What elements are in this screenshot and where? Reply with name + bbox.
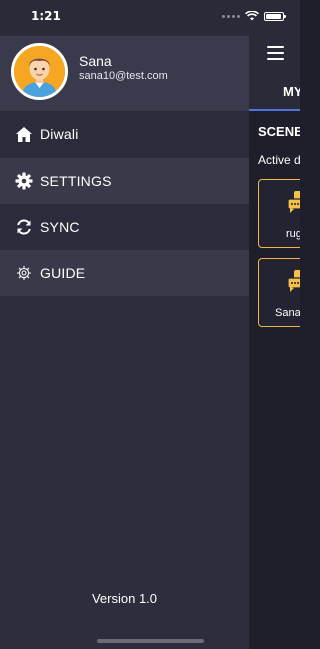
chat-icon: [287, 191, 300, 213]
status-bar: 1:21: [0, 0, 300, 34]
menu-item-label: SYNC: [40, 219, 80, 235]
home-icon: [15, 125, 33, 143]
avatar: [11, 43, 68, 100]
scene-card[interactable]: Sana: [258, 258, 300, 327]
app-version: Version 1.0: [91, 591, 158, 606]
menu-item-guide[interactable]: GUIDE: [0, 250, 249, 296]
menu-item-diwali[interactable]: Diwali: [0, 111, 249, 157]
scene-card-label: rug: [286, 228, 300, 240]
section-subtitle: Active d: [258, 153, 300, 167]
menu-item-label: GUIDE: [40, 265, 86, 281]
profile-name: Sana: [79, 53, 112, 69]
main-screen: MY SCENE Active d rug Sana: [249, 0, 300, 649]
chat-icon: [287, 270, 300, 292]
profile-email: sana10@test.com: [79, 70, 168, 82]
menu-item-settings[interactable]: SETTINGS: [0, 158, 249, 204]
scene-card-label: Sana: [275, 307, 300, 319]
tab-my[interactable]: MY: [283, 84, 300, 99]
gear-icon: [15, 172, 33, 190]
menu-item-label: SETTINGS: [40, 173, 112, 189]
tab-bar: MY: [249, 74, 300, 111]
menu-item-sync[interactable]: SYNC: [0, 204, 249, 250]
scene-card[interactable]: rug: [258, 179, 300, 248]
battery-icon: [264, 11, 286, 21]
navigation-drawer: Sana sana10@test.com Diwali SETTINGS SYN…: [0, 0, 249, 649]
main-content: MY SCENE Active d rug Sana: [249, 0, 300, 649]
status-icons: [222, 11, 286, 21]
signal-icon: [222, 14, 240, 18]
menu-icon[interactable]: [267, 46, 284, 60]
menu-item-label: Diwali: [40, 126, 79, 142]
section-title: SCENE: [258, 124, 300, 139]
main-header: [249, 34, 300, 74]
wifi-icon: [245, 11, 259, 21]
status-time: 1:21: [31, 9, 61, 23]
sync-icon: [15, 218, 33, 236]
profile-header[interactable]: Sana sana10@test.com: [0, 36, 249, 111]
home-indicator[interactable]: [97, 639, 204, 643]
gear-outline-icon: [15, 264, 33, 282]
